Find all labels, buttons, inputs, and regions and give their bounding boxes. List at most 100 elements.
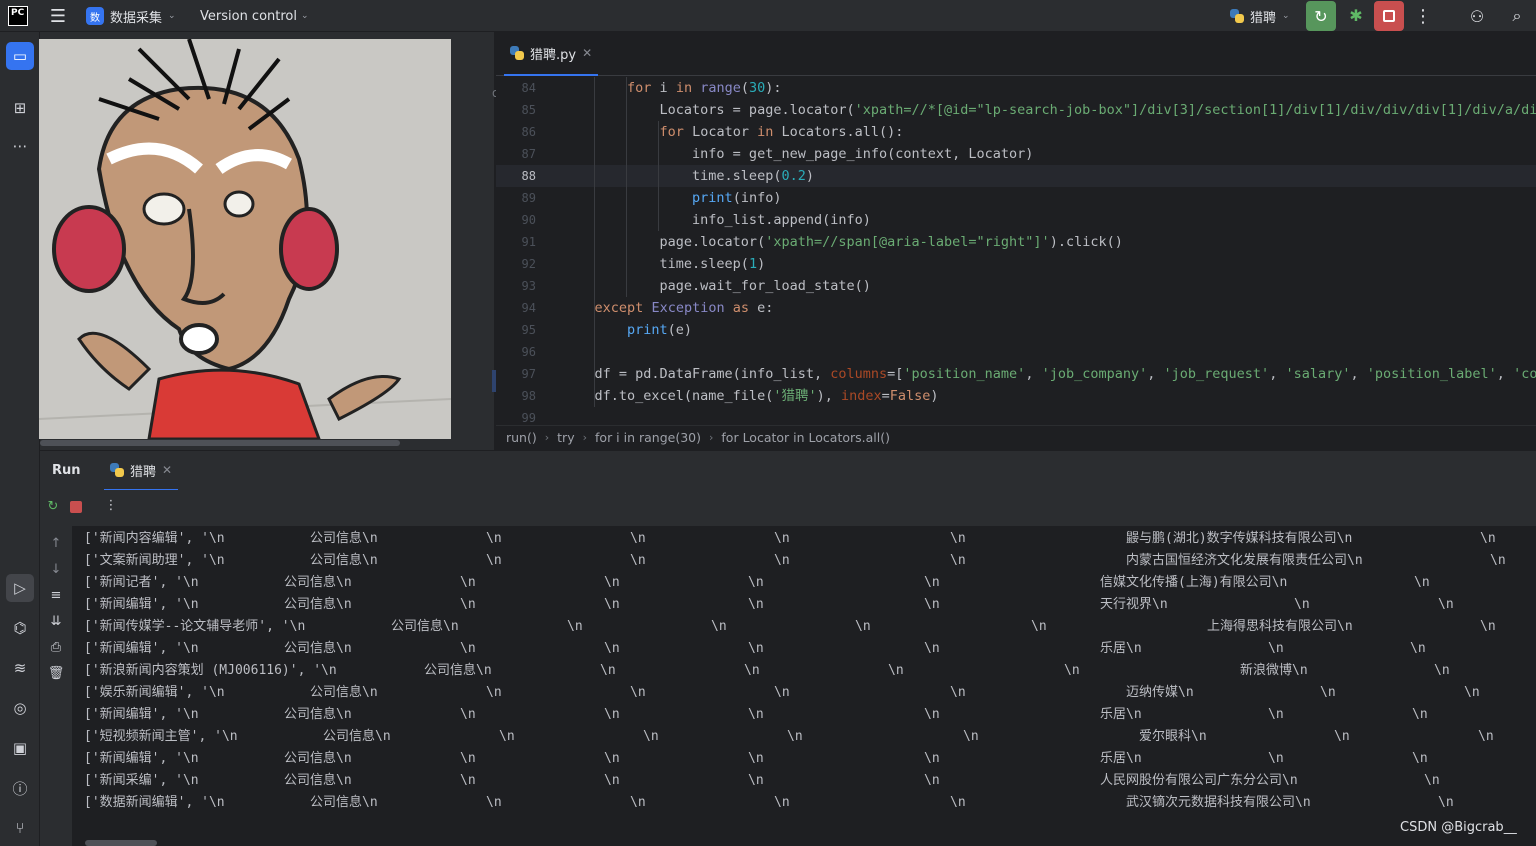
pycharm-logo[interactable]: PC xyxy=(8,6,28,26)
line-number: 93 xyxy=(521,279,536,293)
breadcrumb-item[interactable]: for i in range(30) xyxy=(595,430,701,445)
console-cell: 公司信息\n xyxy=(284,751,352,766)
console-cell: ['新闻编辑', '\n xyxy=(84,641,199,656)
git-button[interactable]: ⑂ xyxy=(6,814,34,842)
run-tab-label: 猎聘 xyxy=(130,464,157,480)
structure-tool-button[interactable]: ⊞ xyxy=(6,94,34,122)
console-cell: \n xyxy=(924,773,940,788)
console-cell: \n xyxy=(1268,751,1284,766)
console-cell: 公司信息\n xyxy=(391,619,459,634)
layers-icon: ≋ xyxy=(13,659,27,677)
git-branch-icon: ⑂ xyxy=(15,819,25,837)
stop-button[interactable] xyxy=(1374,1,1404,31)
more-tools-button[interactable]: ⋯ xyxy=(6,132,34,160)
console-cell: ['新闻内容编辑', '\n xyxy=(84,531,225,546)
run-tool-button[interactable]: ▷ xyxy=(6,574,34,602)
cartoon-drawing xyxy=(39,39,451,439)
problems-button[interactable]: ⓘ xyxy=(6,774,34,802)
console-cell: \n xyxy=(748,597,764,612)
project-tool-button[interactable]: ▭ xyxy=(6,42,34,70)
stop-icon xyxy=(1383,10,1395,22)
console-cell: \n xyxy=(1268,707,1284,722)
line-number-current: 88 xyxy=(521,169,536,183)
console-cell: \n xyxy=(924,597,940,612)
vcs-selector[interactable]: Version control ⌄ xyxy=(200,0,309,32)
line-number: 87 xyxy=(521,147,536,161)
code-editor[interactable]: 84 85 86 87 88 89 90 91 92 93 94 95 96 9… xyxy=(496,77,1536,425)
console-cell: \n xyxy=(950,795,966,810)
console-cell: 鼹与鹏(湖北)数字传媒科技有限公司\n xyxy=(1126,531,1353,546)
console-cell: ['新闻采编', '\n xyxy=(84,773,199,788)
line-number: 85 xyxy=(521,103,536,117)
console-cell: \n xyxy=(1438,795,1454,810)
breadcrumb-item[interactable]: try xyxy=(557,430,574,445)
close-icon[interactable]: ✕ xyxy=(582,46,592,60)
chevron-down-icon: ⌄ xyxy=(1282,11,1290,21)
console-cell: \n xyxy=(855,619,871,634)
horizontal-scrollbar[interactable] xyxy=(40,440,400,446)
console-cell: \n xyxy=(460,597,476,612)
line-number: 86 xyxy=(521,125,536,139)
print-icon[interactable]: ⎙ xyxy=(47,640,65,655)
arrow-down-icon[interactable]: ↓ xyxy=(47,562,65,577)
console-cell: \n xyxy=(774,553,790,568)
code-line-92: time.sleep(1) xyxy=(562,256,766,272)
console-cell: \n xyxy=(600,663,616,678)
code-line-88: time.sleep(0.2) xyxy=(562,168,814,184)
run-panel-title: Run xyxy=(52,463,81,478)
console-cell: 公司信息\n xyxy=(310,553,378,568)
console-cell: \n xyxy=(486,553,502,568)
breadcrumb: run() › try › for i in range(30) › for Loca… xyxy=(496,425,1536,449)
stop-icon[interactable] xyxy=(70,501,82,513)
run-console[interactable]: ['新闻内容编辑', '\n 公司信息\n \n \n \n \n 鼹与鹏(湖北)数字传媒科… xyxy=(72,526,1536,846)
console-cell: 新浪微博\n xyxy=(1240,663,1308,678)
chevron-down-icon: ⌄ xyxy=(301,11,309,21)
code-line-98: df.to_excel(name_file('猎聘'), index=False… xyxy=(562,388,939,404)
console-cell: \n xyxy=(604,641,620,656)
tab-liepin-py[interactable]: 猎聘.py ✕ xyxy=(504,32,599,76)
console-cell: \n xyxy=(748,707,764,722)
rerun-button[interactable]: ↻ xyxy=(1306,1,1336,31)
console-cell: \n xyxy=(486,531,502,546)
console-cell: 武汉镝次元数据科技有限公司\n xyxy=(1126,795,1311,810)
console-cell: 公司信息\n xyxy=(284,707,352,722)
debug-button[interactable]: ✱ xyxy=(1345,4,1367,26)
code-with-me-button[interactable]: ⚇ xyxy=(1465,4,1489,28)
editor-tabs: 猎聘.py ✕ xyxy=(496,32,1536,76)
chevron-right-icon: › xyxy=(709,431,714,444)
console-cell: \n xyxy=(1414,575,1430,590)
breadcrumb-item[interactable]: for Locator in Locators.all() xyxy=(721,430,890,445)
console-cell: \n xyxy=(630,531,646,546)
more-icon[interactable]: ⋮ xyxy=(102,498,120,513)
terminal-button[interactable]: ▣ xyxy=(6,734,34,762)
arrow-up-icon[interactable]: ↑ xyxy=(47,536,65,551)
console-cell: \n xyxy=(1480,531,1496,546)
rerun-icon[interactable]: ↻ xyxy=(44,499,62,514)
code-line-85: Locators = page.locator('xpath=//*[@id="… xyxy=(562,102,1536,118)
python-packages-button[interactable]: ≋ xyxy=(6,654,34,682)
trash-icon[interactable]: 🗑 xyxy=(47,666,65,681)
main-menu-button[interactable]: ☰ xyxy=(47,0,69,32)
console-cell: 公司信息\n xyxy=(310,685,378,700)
python-console-button[interactable]: ⌬ xyxy=(6,614,34,642)
console-cell: \n xyxy=(774,531,790,546)
console-scrollbar[interactable] xyxy=(85,840,157,846)
project-selector[interactable]: 数 数据采集 ⌄ xyxy=(86,0,176,32)
console-cell: \n xyxy=(924,575,940,590)
chevron-right-icon: › xyxy=(582,431,588,444)
breadcrumb-item[interactable]: run() xyxy=(506,430,537,445)
soft-wrap-icon[interactable]: ≡ xyxy=(47,588,65,603)
run-tab-liepin[interactable]: 猎聘 ✕ xyxy=(104,451,179,491)
console-cell: \n xyxy=(486,795,502,810)
scroll-to-end-icon[interactable]: ⇊ xyxy=(47,614,65,629)
close-icon[interactable]: ✕ xyxy=(162,463,172,477)
console-cell: \n xyxy=(460,751,476,766)
more-actions-button[interactable]: ⋮ xyxy=(1414,4,1432,28)
console-cell: \n xyxy=(787,729,803,744)
run-config-selector[interactable]: 猎聘 ⌄ xyxy=(1230,0,1290,32)
services-button[interactable]: ◎ xyxy=(6,694,34,722)
console-cell: \n xyxy=(1268,641,1284,656)
python-icon xyxy=(110,463,124,477)
search-everywhere-button[interactable]: ⌕ xyxy=(1505,4,1529,28)
run-side-toolbar: ↑ ↓ ≡ ⇊ ⎙ 🗑 xyxy=(40,526,72,846)
